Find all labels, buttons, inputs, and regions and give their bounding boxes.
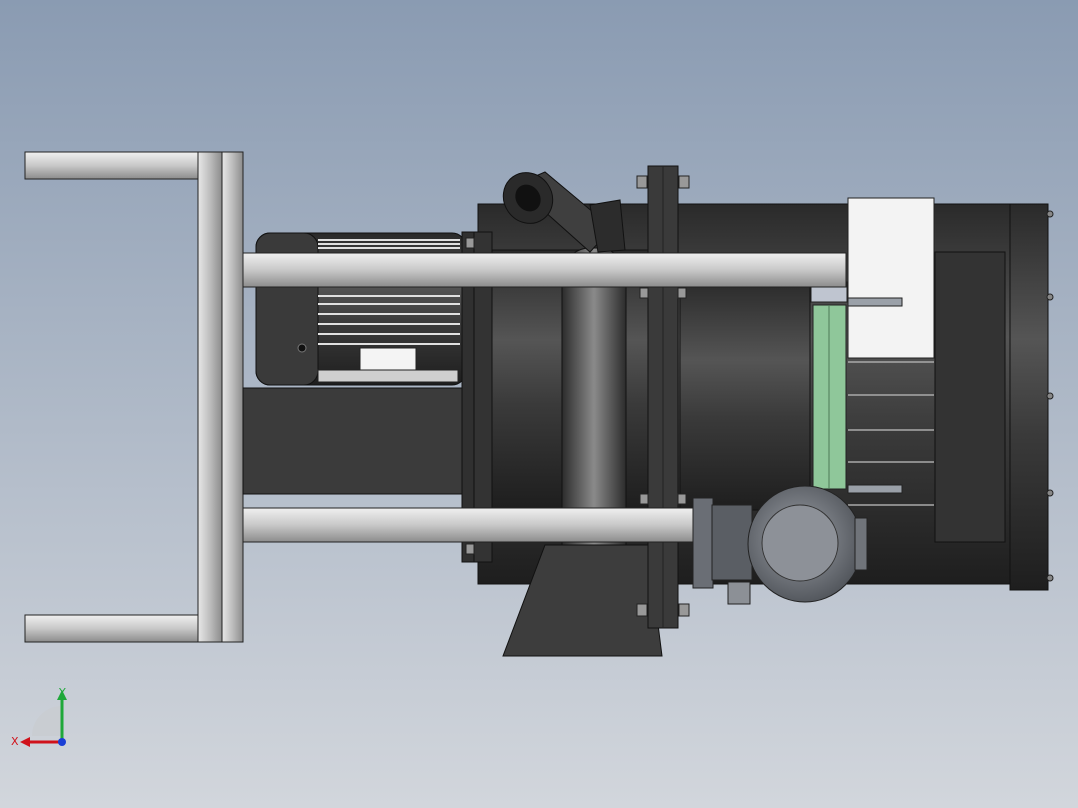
z-axis-dot <box>58 738 66 746</box>
end-cap <box>1009 203 1049 591</box>
frame-arm-bottom <box>24 614 201 643</box>
y-axis-label: Y <box>58 686 66 699</box>
frame-post-inner <box>221 151 244 643</box>
frame-arm-top <box>24 151 201 180</box>
view-orientation-triad[interactable]: Y X <box>10 684 70 756</box>
inspection-panel <box>847 197 935 359</box>
frame-post-outer <box>197 151 223 643</box>
motor-terminal-box <box>359 347 417 373</box>
cad-model-view[interactable] <box>0 0 1078 808</box>
x-axis-arrowhead <box>20 737 30 747</box>
triad-quadrant <box>32 706 62 736</box>
graphics-viewport[interactable]: Y X <box>0 0 1078 808</box>
green-seal-band <box>810 281 848 490</box>
x-axis-label: X <box>11 735 19 748</box>
base-block <box>242 387 476 495</box>
